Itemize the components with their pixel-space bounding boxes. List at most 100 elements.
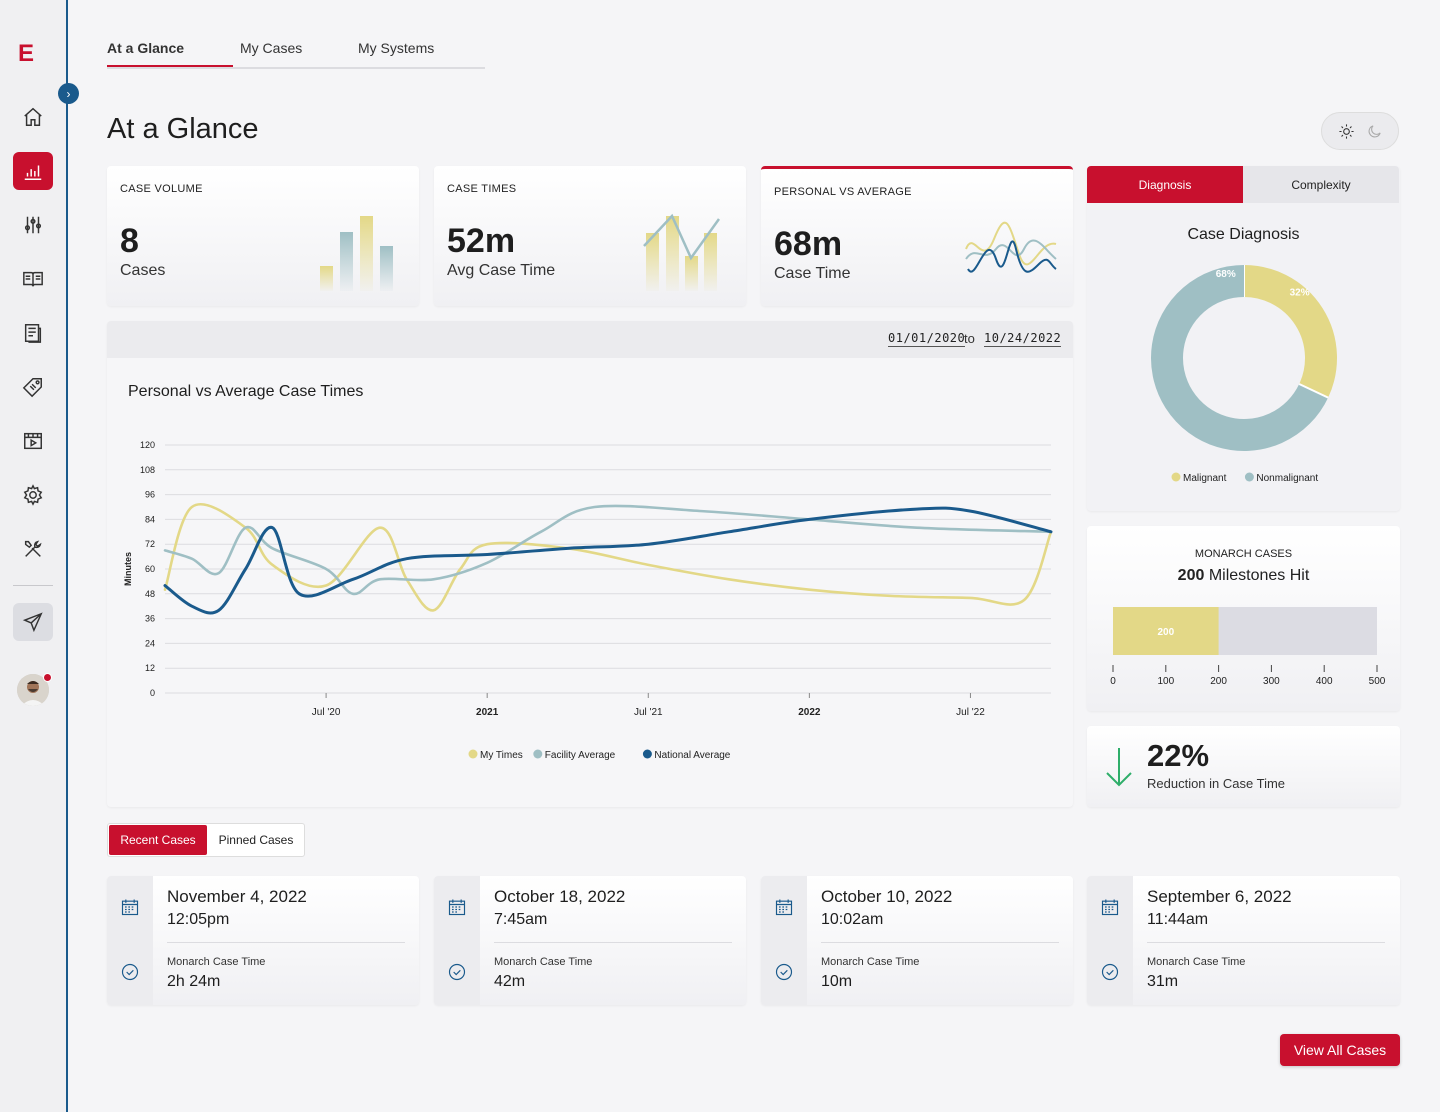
legend-swatch	[1171, 472, 1181, 482]
line-chart: 0 12 24 36 48 60 72 84 96 108 120 Jul '20 2021 Jul '2…	[123, 440, 1053, 761]
case-times-sub: Avg Case Time	[447, 262, 556, 279]
clock-icon	[121, 963, 139, 981]
case-date: September 6, 2022	[1147, 887, 1292, 906]
reduction-sub: Reduction in Case Time	[1147, 776, 1286, 791]
personal-label: PERSONAL VS AVERAGE	[774, 186, 912, 198]
x-tick-label: Jul '21	[634, 707, 663, 718]
personal-sub: Case Time	[774, 265, 851, 282]
home-icon[interactable]	[13, 98, 53, 136]
case-date: November 4, 2022	[167, 887, 307, 906]
case-time: 10:02am	[821, 911, 884, 928]
y-tick-label: 84	[145, 514, 155, 524]
reduction-value: 22%	[1147, 738, 1210, 773]
bar-chart-icon[interactable]	[13, 152, 53, 190]
sun-icon[interactable]	[1338, 123, 1355, 140]
tab-pinned-cases[interactable]: Pinned Cases	[208, 825, 304, 855]
gear-icon[interactable]	[13, 476, 53, 514]
case-card[interactable]: September 6, 2022 11:44am Monarch Case T…	[1087, 876, 1400, 1005]
tab-at-a-glance[interactable]: At a Glance	[107, 40, 184, 66]
case-time: 12:05pm	[167, 911, 230, 928]
legend-swatch	[468, 749, 478, 759]
y-tick-label: 108	[140, 465, 155, 475]
sidebar-collapse-button[interactable]: ›	[58, 83, 79, 104]
document-icon[interactable]	[13, 314, 53, 352]
x-tick-label: 500	[1369, 676, 1386, 687]
case-volume-mini-chart	[320, 216, 393, 291]
case-date: October 10, 2022	[821, 887, 953, 906]
case-metric-value: 42m	[494, 973, 526, 990]
case-date: October 18, 2022	[494, 887, 626, 906]
calendar-icon	[1101, 899, 1119, 916]
donut-label: 32%	[1290, 287, 1310, 298]
y-tick-label: 120	[140, 440, 155, 450]
y-tick-label: 24	[145, 638, 155, 648]
donut-label: 68%	[1216, 269, 1236, 280]
case-metric-label: Monarch Case Time	[1147, 956, 1246, 968]
case-time: 7:45am	[494, 911, 548, 928]
tab-my-cases[interactable]: My Cases	[240, 40, 302, 66]
case-volume-label: CASE VOLUME	[120, 183, 203, 195]
view-all-cases-button[interactable]: View All Cases	[1280, 1034, 1400, 1066]
clock-icon	[448, 963, 466, 981]
case-times-card[interactable]: CASE TIMES 52m Avg Case Time	[434, 166, 746, 306]
x-tick-label: 400	[1316, 676, 1333, 687]
personal-vs-average-card[interactable]: PERSONAL VS AVERAGE 68m Case Time	[761, 166, 1073, 306]
case-metric-label: Monarch Case Time	[494, 956, 593, 968]
tab-my-systems[interactable]: My Systems	[358, 40, 434, 66]
case-metric-label: Monarch Case Time	[821, 956, 920, 968]
moon-icon[interactable]	[1366, 123, 1383, 140]
tag-icon[interactable]	[13, 368, 53, 406]
legend-label: Malignant	[1183, 473, 1227, 484]
page-title: At a Glance	[107, 113, 259, 145]
y-tick-label: 0	[150, 688, 155, 698]
video-icon[interactable]	[13, 422, 53, 460]
x-tick-label: 0	[1110, 676, 1116, 687]
theme-toggle[interactable]	[1321, 112, 1399, 150]
sidebar-divider	[13, 585, 53, 586]
reduction-card: 22% Reduction in Case Time	[1087, 726, 1400, 807]
app-logo[interactable]: E	[18, 40, 34, 68]
donut-chart: 32% 68% Malignant Nonmalignant	[1151, 265, 1337, 484]
diagnosis-card: Diagnosis Complexity Case Diagnosis 32% 6…	[1087, 166, 1400, 511]
mini-bar-2	[340, 232, 353, 291]
personal-value: 68m	[774, 225, 843, 263]
tools-icon[interactable]	[13, 530, 53, 568]
case-card[interactable]: November 4, 2022 12:05pm Monarch Case Ti…	[107, 876, 419, 1005]
x-tick-label: 100	[1157, 676, 1174, 687]
case-metric-value: 31m	[1147, 973, 1179, 990]
bar-label: 200	[1157, 627, 1174, 638]
legend-label: My Times	[480, 750, 523, 761]
mini-bar-3	[360, 216, 373, 291]
x-tick-label: 200	[1210, 676, 1227, 687]
x-tick-label: 2022	[798, 707, 821, 718]
legend-label: Nonmalignant	[1256, 473, 1318, 484]
book-icon[interactable]	[13, 260, 53, 298]
send-icon[interactable]	[13, 603, 53, 641]
calendar-icon	[121, 899, 139, 916]
legend-swatch	[1244, 472, 1254, 482]
top-tabs: At a Glance My Cases My Systems	[107, 40, 485, 69]
case-card[interactable]: October 18, 2022 7:45am Monarch Case Tim…	[434, 876, 746, 1005]
calendar-icon	[775, 899, 793, 916]
sidebar: E	[0, 0, 68, 1112]
monarch-cases-card: MONARCH CASES 200 Milestones Hit 200 0 100…	[1087, 526, 1400, 711]
case-times-value: 52m	[447, 222, 516, 260]
sliders-icon[interactable]	[13, 206, 53, 244]
y-tick-label: 96	[145, 490, 155, 500]
case-volume-value: 8	[120, 222, 139, 260]
case-volume-sub: Cases	[120, 262, 166, 279]
personal-mini-chart	[965, 221, 1057, 273]
legend-swatch	[533, 749, 543, 759]
mini-bar-4	[380, 246, 393, 291]
x-tick-label: Jul '22	[956, 707, 985, 718]
notification-dot	[43, 673, 52, 682]
case-times-chart-card: 01/01/2020 to 10/24/2022 Personal vs Ave…	[107, 321, 1073, 807]
calendar-icon	[448, 899, 466, 916]
case-volume-card[interactable]: CASE VOLUME 8 Cases	[107, 166, 419, 306]
case-card[interactable]: October 10, 2022 10:02am Monarch Case Ti…	[761, 876, 1073, 1005]
tab-recent-cases[interactable]: Recent Cases	[109, 825, 207, 855]
active-tab-indicator	[107, 65, 233, 67]
y-tick-label: 36	[145, 614, 155, 624]
y-tick-label: 60	[145, 564, 155, 574]
y-tick-label: 48	[145, 589, 155, 599]
